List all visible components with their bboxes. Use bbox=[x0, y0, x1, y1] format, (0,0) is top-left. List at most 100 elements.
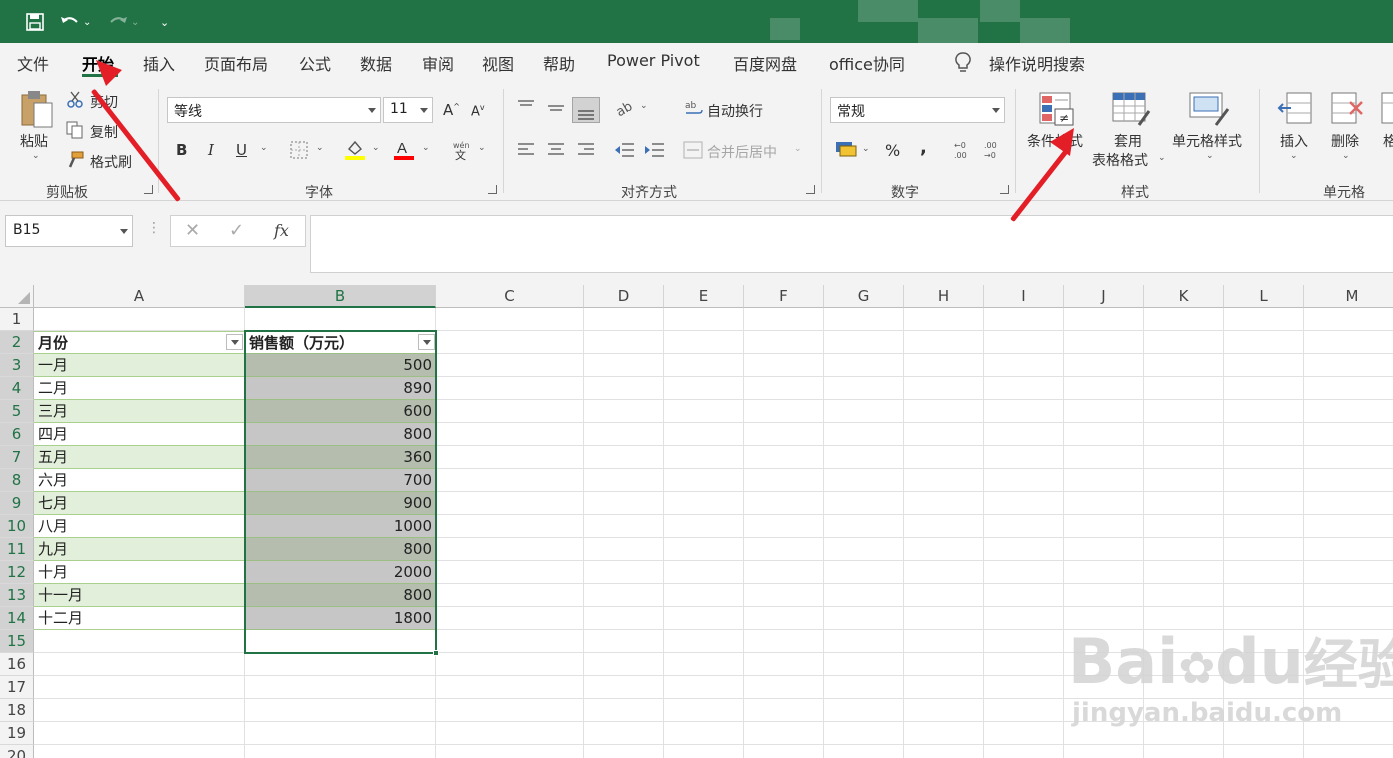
decrease-decimal-icon[interactable]: .00 →0 bbox=[982, 139, 1004, 165]
align-middle-icon[interactable] bbox=[546, 99, 566, 121]
font-color-icon[interactable]: A bbox=[393, 139, 415, 165]
tab-8[interactable]: 帮助 bbox=[543, 51, 575, 75]
column-header-l[interactable]: L bbox=[1224, 285, 1304, 308]
tab-4[interactable]: 公式 bbox=[299, 51, 331, 75]
save-icon[interactable] bbox=[26, 10, 44, 34]
customize-qat-icon[interactable]: ⌄ bbox=[160, 10, 169, 34]
column-header-k[interactable]: K bbox=[1144, 285, 1224, 308]
accounting-format-icon[interactable] bbox=[835, 139, 857, 163]
insert-cells-button[interactable]: 插入 bbox=[1280, 131, 1308, 151]
align-bottom-icon[interactable] bbox=[572, 97, 600, 123]
decrease-indent-icon[interactable] bbox=[613, 141, 635, 163]
table-cell-month[interactable]: 十一月 bbox=[34, 584, 245, 607]
table-cell-month[interactable]: 二月 bbox=[34, 377, 245, 400]
table-header-month[interactable]: 月份 bbox=[34, 331, 245, 354]
column-header-e[interactable]: E bbox=[664, 285, 744, 308]
format-cells-button[interactable]: 格 bbox=[1383, 131, 1393, 151]
font-name-dropdown[interactable]: 等线 bbox=[167, 97, 381, 123]
tab-0[interactable]: 文件 bbox=[17, 51, 49, 75]
tab-5[interactable]: 数据 bbox=[360, 51, 392, 75]
format-as-table-line2[interactable]: 表格格式 bbox=[1092, 150, 1148, 170]
alignment-launcher[interactable] bbox=[806, 185, 815, 194]
merge-center-button[interactable]: 合并后居中 bbox=[707, 142, 777, 162]
table-cell-month[interactable]: 六月 bbox=[34, 469, 245, 492]
row-header-6[interactable]: 6 bbox=[0, 423, 34, 446]
number-launcher[interactable] bbox=[1000, 185, 1009, 194]
row-header-2[interactable]: 2 bbox=[0, 331, 34, 354]
column-header-j[interactable]: J bbox=[1064, 285, 1144, 308]
format-cells-icon[interactable] bbox=[1380, 91, 1393, 129]
align-right-icon[interactable] bbox=[576, 141, 596, 163]
increase-indent-icon[interactable] bbox=[643, 141, 665, 163]
tab-10[interactable]: 百度网盘 bbox=[733, 51, 797, 75]
cell-styles-icon[interactable] bbox=[1188, 89, 1230, 131]
row-header-8[interactable]: 8 bbox=[0, 469, 34, 492]
font-launcher[interactable] bbox=[488, 185, 497, 194]
column-header-d[interactable]: D bbox=[584, 285, 664, 308]
column-header-b[interactable]: B bbox=[245, 285, 436, 308]
format-as-table-dropdown[interactable]: ⌄ bbox=[1158, 153, 1166, 163]
border-dropdown[interactable]: ⌄ bbox=[316, 143, 324, 153]
column-header-g[interactable]: G bbox=[824, 285, 904, 308]
paste-dropdown[interactable]: ⌄ bbox=[32, 151, 40, 161]
row-header-18[interactable]: 18 bbox=[0, 699, 34, 722]
column-header-a[interactable]: A bbox=[34, 285, 245, 308]
align-left-icon[interactable] bbox=[516, 141, 536, 163]
decrease-font-icon[interactable]: Av bbox=[471, 103, 485, 119]
table-cell-month[interactable]: 四月 bbox=[34, 423, 245, 446]
row-header-15[interactable]: 15 bbox=[0, 630, 34, 653]
column-header-h[interactable]: H bbox=[904, 285, 984, 308]
column-header-m[interactable]: M bbox=[1304, 285, 1393, 308]
tab-9[interactable]: Power Pivot bbox=[607, 51, 700, 70]
formula-input[interactable] bbox=[310, 215, 1393, 273]
underline-button[interactable]: U bbox=[236, 141, 247, 159]
cell-styles-button[interactable]: 单元格样式 bbox=[1172, 131, 1242, 151]
wrap-text-button[interactable]: 自动换行 bbox=[707, 101, 763, 121]
insert-function-icon[interactable]: fx bbox=[274, 221, 289, 240]
italic-button[interactable]: I bbox=[208, 141, 214, 159]
row-header-16[interactable]: 16 bbox=[0, 653, 34, 676]
format-as-table-icon[interactable] bbox=[1111, 91, 1151, 131]
font-color-dropdown[interactable]: ⌄ bbox=[422, 143, 430, 153]
increase-decimal-icon[interactable]: ←0.00 bbox=[952, 139, 974, 165]
name-box[interactable]: B15 bbox=[5, 215, 133, 247]
fill-handle[interactable] bbox=[433, 650, 439, 656]
font-size-dropdown[interactable]: 11 bbox=[383, 97, 433, 123]
insert-cells-icon[interactable] bbox=[1277, 91, 1313, 129]
table-cell-month[interactable]: 八月 bbox=[34, 515, 245, 538]
column-header-c[interactable]: C bbox=[436, 285, 584, 308]
row-header-14[interactable]: 14 bbox=[0, 607, 34, 630]
clipboard-launcher[interactable] bbox=[144, 185, 153, 194]
row-header-20[interactable]: 20 bbox=[0, 745, 34, 758]
delete-cells-icon[interactable] bbox=[1330, 91, 1366, 129]
orientation-dropdown[interactable]: ⌄ bbox=[640, 101, 648, 111]
underline-dropdown[interactable]: ⌄ bbox=[260, 143, 268, 153]
row-header-9[interactable]: 9 bbox=[0, 492, 34, 515]
fill-color-dropdown[interactable]: ⌄ bbox=[372, 143, 380, 153]
row-header-4[interactable]: 4 bbox=[0, 377, 34, 400]
tab-3[interactable]: 页面布局 bbox=[204, 51, 268, 75]
row-header-19[interactable]: 19 bbox=[0, 722, 34, 745]
format-painter-button[interactable]: 格式刷 bbox=[90, 152, 132, 172]
align-center-icon[interactable] bbox=[546, 141, 566, 163]
row-header-7[interactable]: 7 bbox=[0, 446, 34, 469]
table-cell-month[interactable]: 五月 bbox=[34, 446, 245, 469]
percent-style-button[interactable]: % bbox=[885, 141, 900, 160]
row-header-11[interactable]: 11 bbox=[0, 538, 34, 561]
select-all-button[interactable] bbox=[0, 285, 34, 308]
accounting-dropdown[interactable]: ⌄ bbox=[862, 144, 870, 154]
border-icon[interactable] bbox=[290, 141, 308, 163]
column-header-i[interactable]: I bbox=[984, 285, 1064, 308]
align-top-icon[interactable] bbox=[516, 99, 536, 121]
delete-cells-dropdown[interactable]: ⌄ bbox=[1342, 151, 1350, 161]
row-header-10[interactable]: 10 bbox=[0, 515, 34, 538]
table-cell-month[interactable]: 十二月 bbox=[34, 607, 245, 630]
row-header-5[interactable]: 5 bbox=[0, 400, 34, 423]
bold-button[interactable]: B bbox=[176, 141, 187, 159]
filter-button-month[interactable] bbox=[226, 334, 243, 350]
format-as-table-line1[interactable]: 套用 bbox=[1114, 131, 1142, 151]
number-format-dropdown[interactable]: 常规 bbox=[830, 97, 1005, 123]
table-cell-month[interactable]: 一月 bbox=[34, 354, 245, 377]
increase-font-icon[interactable]: A^ bbox=[443, 101, 460, 119]
row-header-1[interactable]: 1 bbox=[0, 308, 34, 331]
